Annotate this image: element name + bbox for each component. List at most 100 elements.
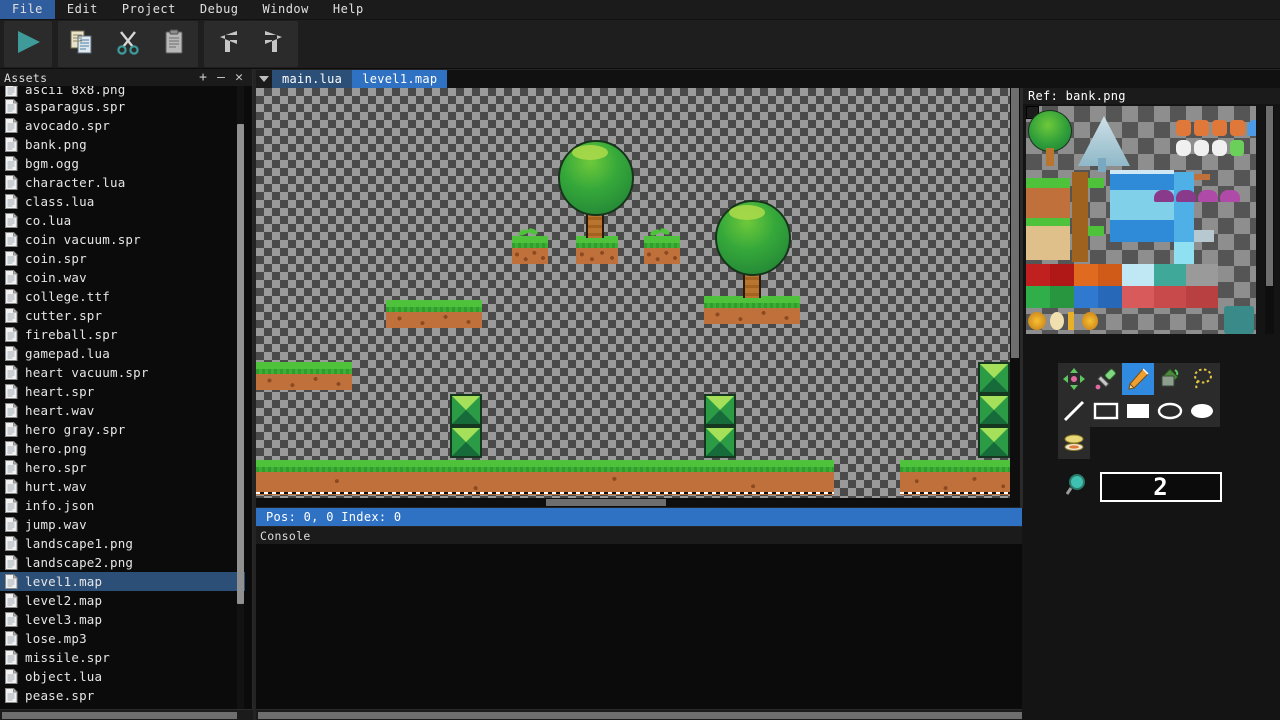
undo-button[interactable] [206,23,250,65]
asset-list-item[interactable]: fireball.spr [0,325,245,344]
assets-vertical-scrollbar-thumb[interactable] [237,124,244,604]
asset-list-item[interactable]: missile.spr [0,648,245,667]
reference-tile[interactable] [1176,190,1196,202]
asset-list-item[interactable]: bgm.ogg [0,154,245,173]
reference-tile[interactable] [1050,286,1074,308]
redo-button[interactable] [252,23,296,65]
reference-tile[interactable] [1026,178,1070,188]
assets-horizontal-scrollbar-thumb[interactable] [2,712,237,719]
asset-list-item[interactable]: avocado.spr [0,116,245,135]
menu-item-debug[interactable]: Debug [188,0,251,19]
asset-list-item[interactable]: gamepad.lua [0,344,245,363]
zoom-level-field[interactable]: 2 [1100,472,1222,502]
reference-tile[interactable] [1230,140,1244,156]
asset-list-item[interactable]: heart.wav [0,401,245,420]
reference-tile[interactable] [1224,306,1254,334]
reference-tile[interactable] [1212,140,1227,156]
reference-tile[interactable] [1230,120,1245,136]
reference-tileset-image[interactable] [1026,106,1256,334]
asset-list-item[interactable]: level2.map [0,591,245,610]
reference-tile[interactable] [1110,172,1174,190]
remove-asset-button[interactable]: — [212,71,230,85]
tile-block-under-tree[interactable] [576,236,618,264]
reference-tile[interactable] [1198,190,1218,202]
rect-tool[interactable] [1090,395,1122,427]
asset-list-item[interactable]: pease.spr [0,686,245,705]
tree-right[interactable] [715,200,791,276]
reference-tile[interactable] [1088,178,1104,188]
asset-list-item[interactable]: character.lua [0,173,245,192]
reference-tile[interactable] [1110,170,1174,174]
reference-tile[interactable] [1074,264,1098,286]
reference-tile[interactable] [1110,220,1174,242]
eyedropper-tool[interactable] [1090,363,1122,395]
reference-tile[interactable] [1248,120,1256,136]
asset-list-item[interactable]: bank.png [0,135,245,154]
pencil-tool[interactable] [1122,363,1154,395]
tile-ground-main[interactable] [256,460,834,495]
tile-crystal-block[interactable] [978,394,1010,426]
asset-list-item[interactable]: heart vacuum.spr [0,363,245,382]
tile-crystal-block[interactable] [450,394,482,426]
reference-tile[interactable] [1074,286,1098,308]
filled-rect-tool[interactable] [1122,395,1154,427]
lasso-tool[interactable] [1186,363,1218,395]
reference-tile[interactable] [1154,264,1186,286]
reference-tile[interactable] [1068,312,1074,330]
tile-platform-mid[interactable] [386,300,482,328]
reference-tile[interactable] [1026,226,1070,260]
tile-platform-left[interactable] [256,362,352,390]
add-asset-button[interactable]: + [194,71,212,85]
tile-crystal-block[interactable] [450,426,482,458]
reference-tile[interactable] [1220,190,1240,202]
tile-block-sprout-a[interactable] [512,236,548,264]
reference-tile[interactable] [1212,120,1227,136]
reference-tile[interactable] [1122,264,1154,286]
cut-button[interactable] [106,23,150,65]
asset-list-item[interactable]: hero gray.spr [0,420,245,439]
assets-horizontal-scrollbar-track[interactable] [0,709,253,720]
asset-list-item[interactable]: level1.map [0,572,245,591]
reference-tile[interactable] [1176,140,1191,156]
asset-list-item[interactable]: level3.map [0,610,245,629]
asset-list-item[interactable]: cutter.spr [0,306,245,325]
reference-tile[interactable] [1026,188,1070,218]
reference-vertical-scrollbar-thumb[interactable] [1266,106,1273,286]
asset-list-item[interactable]: coin vacuum.spr [0,230,245,249]
reference-tile[interactable] [1050,312,1064,330]
asset-list-item[interactable]: coin.spr [0,249,245,268]
reference-tile[interactable] [1050,264,1074,286]
reference-tile[interactable] [1174,242,1194,264]
reference-tile[interactable] [1026,218,1070,226]
close-assets-panel-button[interactable]: ✕ [230,71,248,85]
asset-list-item[interactable]: jump.wav [0,515,245,534]
reference-tile[interactable] [1098,264,1122,286]
asset-list-item[interactable]: ascii 8x8.png [0,86,245,97]
reference-tile[interactable] [1194,120,1209,136]
reference-tile[interactable] [1186,286,1218,308]
asset-list-item[interactable]: heart.spr [0,382,245,401]
assets-file-list[interactable]: ascii 8x8.pngasparagus.spravocado.sprban… [0,86,245,709]
reference-tile[interactable] [1194,140,1209,156]
reference-tile[interactable] [1026,264,1050,286]
menu-item-project[interactable]: Project [110,0,188,19]
menu-item-edit[interactable]: Edit [55,0,110,19]
tree-left[interactable] [558,140,634,216]
bucket-tool[interactable] [1154,363,1186,395]
asset-list-item[interactable]: landscape1.png [0,534,245,553]
asset-list-item[interactable]: asparagus.spr [0,97,245,116]
asset-list-item[interactable]: class.lua [0,192,245,211]
tile-crystal-block[interactable] [978,362,1010,394]
asset-list-item[interactable]: info.json [0,496,245,515]
asset-list-item[interactable]: hurt.wav [0,477,245,496]
asset-list-item[interactable]: coin.wav [0,268,245,287]
editor-horizontal-scrollbar-thumb[interactable] [546,499,666,506]
reference-tile[interactable] [1026,286,1050,308]
reference-tile[interactable] [1194,230,1214,242]
reference-tile[interactable] [1194,174,1210,180]
asset-list-item[interactable]: college.ttf [0,287,245,306]
asset-list-item[interactable]: landscape2.png [0,553,245,572]
reference-tile[interactable] [1174,172,1194,242]
reference-tile[interactable] [1046,148,1054,166]
line-tool[interactable] [1058,395,1090,427]
